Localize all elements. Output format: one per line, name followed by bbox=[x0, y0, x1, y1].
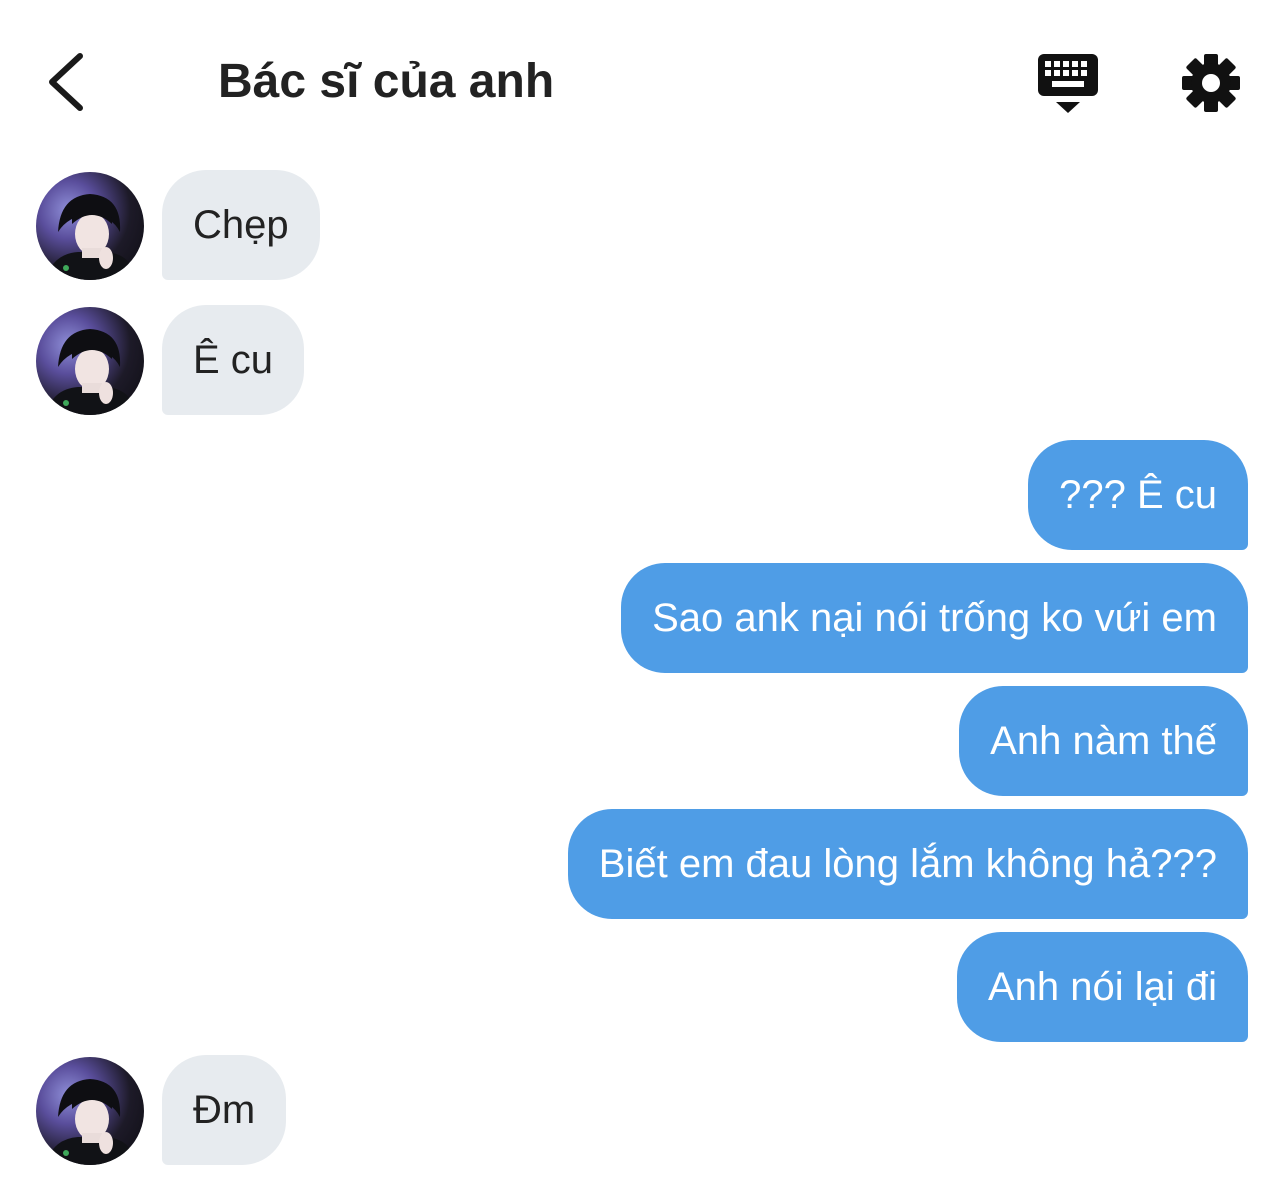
gear-icon bbox=[1182, 54, 1240, 112]
message-incoming-1[interactable]: Chẹp bbox=[162, 170, 320, 280]
message-outgoing-2[interactable]: Sao ank nại nói trống ko vứi em bbox=[621, 563, 1248, 673]
settings-button[interactable] bbox=[1180, 52, 1242, 114]
chat-title: Bác sĩ của anh bbox=[218, 55, 555, 108]
message-outgoing-4[interactable]: Biết em đau lòng lắm không hả??? bbox=[567, 809, 1248, 919]
chat-screen: Bác sĩ của anh Chẹp Ê cu ??? Ê cu Sao an… bbox=[0, 0, 1284, 1190]
contact-avatar[interactable] bbox=[36, 1057, 144, 1165]
message-incoming-3[interactable]: Đm bbox=[162, 1055, 287, 1165]
contact-avatar[interactable] bbox=[36, 307, 144, 415]
message-outgoing-5[interactable]: Anh nói lại đi bbox=[956, 932, 1248, 1042]
back-button[interactable] bbox=[40, 50, 96, 114]
contact-avatar[interactable] bbox=[36, 172, 144, 280]
message-outgoing-3[interactable]: Anh nàm thế bbox=[959, 686, 1248, 796]
chat-header: Bác sĩ của anh bbox=[0, 0, 1284, 150]
message-incoming-2[interactable]: Ê cu bbox=[162, 305, 305, 415]
chevron-left-icon bbox=[49, 53, 83, 111]
message-outgoing-1[interactable]: ??? Ê cu bbox=[1028, 440, 1248, 550]
keyboard-icon bbox=[1038, 54, 1098, 113]
keyboard-button[interactable] bbox=[1034, 50, 1102, 116]
